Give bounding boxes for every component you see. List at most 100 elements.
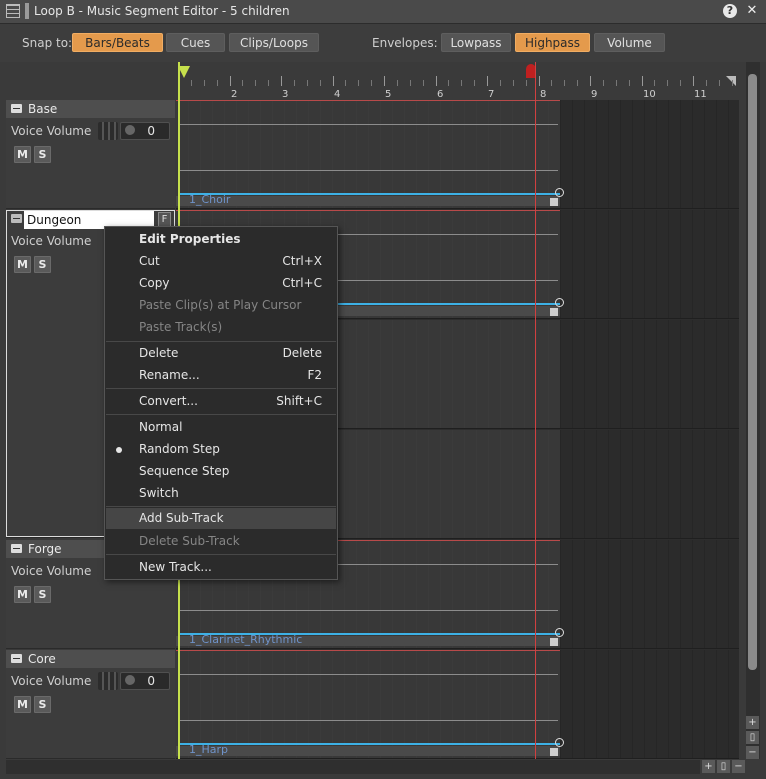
clip-end-handle[interactable] [550,308,558,316]
solo-button[interactable]: S [34,146,51,163]
grip-icon [25,3,29,19]
checked-bullet-icon [116,447,122,453]
vertical-scrollbar[interactable] [746,62,760,759]
envelope-lowpass-button[interactable]: Lowpass [441,33,511,52]
menu-item-normal[interactable]: Normal [106,417,336,438]
menu-item-rename[interactable]: Rename... F2 [106,365,336,386]
app-menu-icon[interactable] [6,4,20,18]
ruler-tick [654,80,655,86]
horizontal-scrollbar[interactable] [6,760,700,774]
snap-cues-button[interactable]: Cues [166,33,225,52]
ruler-bar-number: 6 [437,89,444,100]
menu-item-paste-clips: Paste Clip(s) at Play Cursor [139,298,302,312]
menu-item-cut[interactable]: Cut Ctrl+X [106,251,336,272]
track-name: Core [28,652,56,666]
menu-separator [106,554,336,555]
ruler-bar-number: 5 [385,89,392,100]
ruler-tick [577,80,578,86]
zoom-out-icon[interactable]: − [746,746,759,759]
clip-end-handle[interactable] [550,198,558,206]
menu-item-edit-properties[interactable]: Edit Properties [106,229,336,250]
ruler-tick [358,80,359,86]
lane-base[interactable]: 1_Choir [176,100,739,209]
envelopes-label: Envelopes: [372,36,438,50]
envelope-volume-button[interactable]: Volume [594,33,665,52]
ruler-tick [242,80,243,86]
ruler-tick [281,76,282,86]
ruler-tick [204,80,205,86]
solo-button[interactable]: S [34,586,51,603]
volume-field[interactable]: 0 [120,122,170,140]
knob-icon[interactable] [125,125,135,135]
close-button[interactable]: ✕ [742,1,762,21]
menu-separator [106,388,336,389]
menu-item-sequence-step[interactable]: Sequence Step [106,461,336,482]
menu-item-switch[interactable]: Switch [106,483,336,504]
track-panel-core[interactable]: Core Voice Volume 0 M S [6,650,175,759]
menu-item-paste-tracks: Paste Track(s) [139,320,223,334]
menu-item-add-sub-track[interactable]: Add Sub-Track [106,508,336,529]
volume-field[interactable]: 0 [120,672,170,690]
ruler-tick [487,76,488,86]
ruler-tick [564,80,565,86]
snap-clips-loops-button[interactable]: Clips/Loops [229,33,319,52]
scroll-thumb[interactable] [748,74,757,670]
clip-end-ring-icon[interactable] [555,628,564,637]
zoom-in-icon[interactable]: + [746,716,759,729]
clip-end-handle[interactable] [550,748,558,756]
clip-end-handle[interactable] [550,638,558,646]
ruler[interactable]: 2 3 4 5 6 7 8 9 10 11 [176,62,739,100]
track-name: Base [28,102,58,116]
envelope-highpass-button[interactable]: Highpass [515,33,590,52]
menu-item-new-track[interactable]: New Track... [106,557,336,578]
ruler-tick [732,80,733,86]
clip-name[interactable]: 1_Harp [189,743,228,756]
fit-icon[interactable]: ▯ [746,731,759,744]
voice-volume-control[interactable]: 0 [98,122,170,140]
knob-icon[interactable] [125,675,135,685]
menu-item-delete[interactable]: Delete Delete [106,343,336,364]
clip-name[interactable]: 1_Choir [189,193,230,206]
menu-item-random-step[interactable]: Random Step [106,439,336,460]
voice-volume-label: Voice Volume [11,124,92,138]
snap-bars-beats-button[interactable]: Bars/Beats [72,33,163,52]
ruler-tick [333,76,334,86]
ruler-tick [397,80,398,86]
ruler-bar-number: 11 [694,89,707,100]
menu-item-copy[interactable]: Copy Ctrl+C [106,273,336,294]
lane-core[interactable]: 1_Harp [176,650,739,759]
voice-volume-control[interactable]: 0 [98,672,170,690]
expand-icon[interactable] [11,104,22,113]
ruler-tick [719,80,720,86]
volume-meter [98,672,118,690]
clip-name[interactable]: 1_Clarinet_Rhythmic [189,633,302,646]
expand-icon[interactable] [11,544,22,553]
clip-line[interactable] [178,193,560,195]
ruler-tick [255,80,256,86]
help-button[interactable]: ? [720,1,740,21]
track-panel-base[interactable]: Base Voice Volume 0 M S [6,100,175,209]
f-button[interactable]: F [158,212,171,227]
voice-volume-label: Voice Volume [11,674,92,688]
h-zoom-out-icon[interactable]: − [732,760,745,773]
track-header[interactable]: Core [6,650,175,668]
ruler-bar-number: 7 [488,89,495,100]
ruler-tick [294,80,295,86]
clip-end-ring-icon[interactable] [555,188,564,197]
track-header[interactable]: Base [6,100,175,118]
ruler-bar-number: 10 [643,89,656,100]
clip-end-ring-icon[interactable] [555,298,564,307]
mute-button[interactable]: M [14,586,31,603]
snap-label: Snap to: [22,36,73,50]
clip-end-ring-icon[interactable] [555,738,564,747]
clip-line[interactable] [178,743,560,745]
volume-value: 0 [147,124,155,138]
mute-button[interactable]: M [14,696,31,713]
menu-item-convert[interactable]: Convert... Shift+C [106,391,336,412]
mute-button[interactable]: M [14,146,31,163]
h-zoom-in-icon[interactable]: + [702,760,715,773]
solo-button[interactable]: S [34,696,51,713]
expand-icon[interactable] [11,654,22,663]
h-fit-icon[interactable]: ▯ [717,760,730,773]
ruler-tick [642,76,643,86]
